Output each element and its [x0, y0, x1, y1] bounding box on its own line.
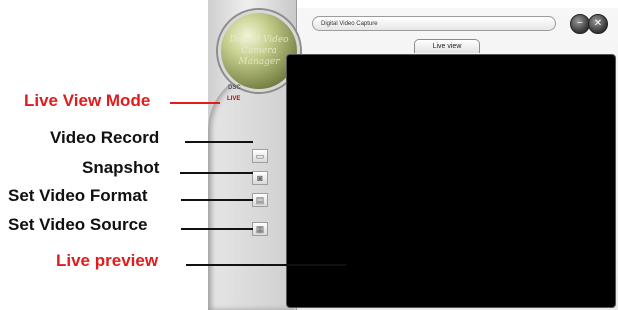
film-icon[interactable]: ▦	[252, 222, 268, 236]
sidebar-panel	[208, 70, 294, 310]
leader-line-set-video-format	[181, 199, 253, 201]
minimize-icon[interactable]: −	[570, 14, 590, 34]
leader-line-live-view-mode	[170, 102, 220, 104]
live-preview-area	[286, 54, 616, 308]
window-controls: − ✕	[570, 12, 610, 36]
mode-option-live[interactable]: LIVE	[227, 96, 240, 102]
tab-live-view[interactable]: Live view	[414, 39, 480, 53]
callout-set-video-source: Set Video Source	[8, 215, 148, 234]
callout-video-record: Video Record	[50, 128, 160, 147]
camera-icon[interactable]: ◙	[252, 171, 268, 185]
leader-line-snapshot	[180, 172, 253, 174]
close-icon[interactable]: ✕	[588, 14, 608, 34]
callout-set-video-format: Set Video Format	[8, 186, 148, 205]
annotated-screenshot: Digital Video Camera Manager DSC LIVE Di…	[0, 0, 618, 310]
title-field: Digital Video Capture	[312, 16, 556, 31]
clapperboard-icon[interactable]: ▤	[252, 193, 268, 207]
callout-snapshot: Snapshot	[82, 158, 160, 177]
video-camera-icon[interactable]: ▭	[252, 149, 268, 163]
mode-option-dsc[interactable]: DSC	[228, 85, 241, 91]
leader-line-set-video-source	[181, 228, 253, 230]
leader-line-video-record	[185, 141, 253, 143]
callout-live-preview: Live preview	[56, 251, 159, 270]
logo-text: Digital Video Camera Manager	[229, 34, 289, 67]
callout-live-view-mode: Live View Mode	[24, 91, 151, 110]
leader-line-live-preview	[186, 264, 346, 266]
